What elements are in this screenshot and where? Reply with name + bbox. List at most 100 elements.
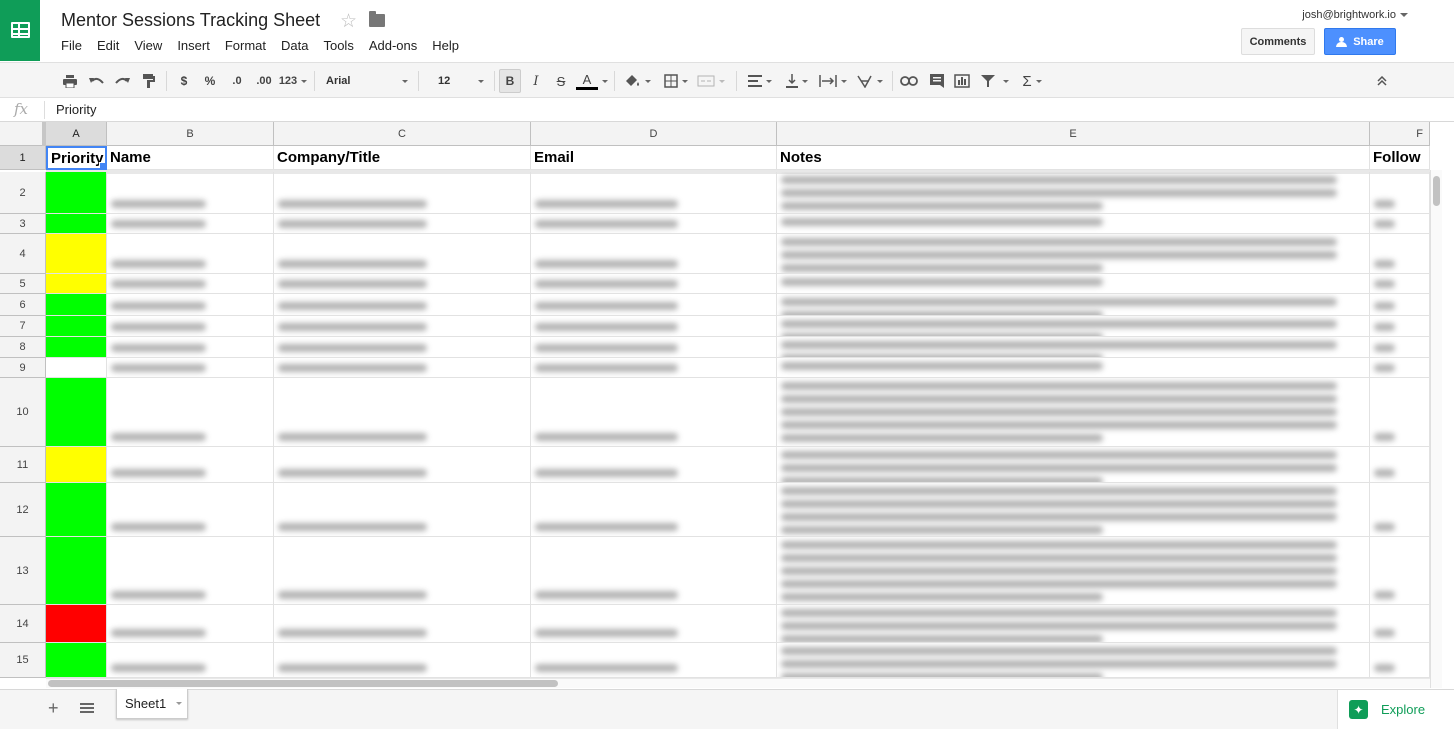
increase-decimal-button[interactable]: .00 — [252, 71, 276, 91]
cell-e14-redacted[interactable] — [777, 605, 1370, 643]
priority-cell-row-4[interactable] — [46, 234, 107, 274]
cell-f3-redacted[interactable] — [1370, 214, 1430, 234]
priority-cell-row-5[interactable] — [46, 274, 107, 294]
cell-c2-redacted[interactable] — [274, 172, 531, 214]
cell-f6-redacted[interactable] — [1370, 294, 1430, 316]
cell-b4-redacted[interactable] — [107, 234, 274, 274]
cell-b12-redacted[interactable] — [107, 483, 274, 537]
cell-c15-redacted[interactable] — [274, 643, 531, 678]
menu-data[interactable]: Data — [281, 38, 308, 53]
cell-b13-redacted[interactable] — [107, 537, 274, 605]
cell-c6-redacted[interactable] — [274, 294, 531, 316]
spreadsheet-grid[interactable]: A B C D E F Priority Name Company/Title … — [0, 122, 1454, 688]
cell-a1-priority-header[interactable]: Priority — [46, 146, 107, 170]
folder-icon[interactable] — [369, 11, 385, 27]
cell-f15-redacted[interactable] — [1370, 643, 1430, 678]
document-title[interactable]: Mentor Sessions Tracking Sheet — [61, 10, 320, 31]
cell-f7-redacted[interactable] — [1370, 316, 1430, 337]
cell-e1-notes-header[interactable]: Notes — [777, 146, 1370, 170]
menu-tools[interactable]: Tools — [323, 38, 353, 53]
cell-d2-redacted[interactable] — [531, 172, 777, 214]
column-header-a[interactable]: A — [46, 122, 107, 146]
menu-insert[interactable]: Insert — [177, 38, 210, 53]
menu-format[interactable]: Format — [225, 38, 266, 53]
cell-e7-redacted[interactable] — [777, 316, 1370, 337]
cell-b1-name-header[interactable]: Name — [107, 146, 274, 170]
cell-f14-redacted[interactable] — [1370, 605, 1430, 643]
cell-d9-redacted[interactable] — [531, 358, 777, 378]
cell-b3-redacted[interactable] — [107, 214, 274, 234]
explore-button[interactable]: ✦ Explore — [1337, 690, 1454, 729]
cell-b2-redacted[interactable] — [107, 172, 274, 214]
row-header-14[interactable]: 14 — [0, 605, 46, 643]
row-header-1[interactable]: 1 — [0, 146, 46, 170]
cell-f2-redacted[interactable] — [1370, 172, 1430, 214]
undo-icon[interactable] — [87, 71, 105, 91]
cell-c7-redacted[interactable] — [274, 316, 531, 337]
cell-e11-redacted[interactable] — [777, 447, 1370, 483]
more-formats-dropdown[interactable]: 123 — [277, 71, 309, 91]
cell-b15-redacted[interactable] — [107, 643, 274, 678]
print-icon[interactable] — [61, 71, 79, 91]
priority-cell-row-13[interactable] — [46, 537, 107, 605]
star-icon[interactable]: ☆ — [340, 10, 357, 33]
column-header-c[interactable]: C — [274, 122, 531, 146]
row-header-3[interactable]: 3 — [0, 214, 46, 234]
menu-view[interactable]: View — [134, 38, 162, 53]
cell-b7-redacted[interactable] — [107, 316, 274, 337]
font-family-dropdown[interactable]: Arial — [322, 71, 412, 91]
row-header-13[interactable]: 13 — [0, 537, 46, 605]
cell-c1-company-header[interactable]: Company/Title — [274, 146, 531, 170]
strikethrough-button[interactable]: S — [552, 71, 570, 91]
cell-c10-redacted[interactable] — [274, 378, 531, 447]
priority-cell-row-3[interactable] — [46, 214, 107, 234]
italic-button[interactable]: I — [527, 71, 545, 91]
cell-c13-redacted[interactable] — [274, 537, 531, 605]
cell-d3-redacted[interactable] — [531, 214, 777, 234]
cell-b11-redacted[interactable] — [107, 447, 274, 483]
sheets-logo-icon[interactable] — [0, 0, 40, 61]
priority-cell-row-10[interactable] — [46, 378, 107, 447]
cell-d6-redacted[interactable] — [531, 294, 777, 316]
cell-d11-redacted[interactable] — [531, 447, 777, 483]
row-header-2[interactable]: 2 — [0, 172, 46, 214]
fill-color-icon[interactable] — [622, 71, 654, 91]
cell-e10-redacted[interactable] — [777, 378, 1370, 447]
horizontal-align-icon[interactable] — [744, 71, 776, 91]
column-header-e[interactable]: E — [777, 122, 1370, 146]
cell-b9-redacted[interactable] — [107, 358, 274, 378]
insert-link-icon[interactable] — [899, 71, 919, 91]
priority-cell-row-12[interactable] — [46, 483, 107, 537]
select-all-corner[interactable] — [0, 122, 46, 146]
text-rotation-icon[interactable] — [854, 71, 886, 91]
comments-button[interactable]: Comments — [1241, 28, 1315, 55]
priority-cell-row-14[interactable] — [46, 605, 107, 643]
cell-b10-redacted[interactable] — [107, 378, 274, 447]
cell-d14-redacted[interactable] — [531, 605, 777, 643]
add-sheet-button[interactable]: + — [48, 698, 59, 719]
redo-icon[interactable] — [113, 71, 131, 91]
menu-file[interactable]: File — [61, 38, 82, 53]
bold-button[interactable]: B — [499, 69, 521, 93]
priority-cell-row-9[interactable] — [46, 358, 107, 378]
collapse-toolbar-icon[interactable] — [1374, 71, 1390, 91]
cell-f9-redacted[interactable] — [1370, 358, 1430, 378]
filter-icon[interactable] — [977, 71, 1013, 91]
cell-b8-redacted[interactable] — [107, 337, 274, 358]
cell-c11-redacted[interactable] — [274, 447, 531, 483]
cell-b14-redacted[interactable] — [107, 605, 274, 643]
cell-c3-redacted[interactable] — [274, 214, 531, 234]
cell-f4-redacted[interactable] — [1370, 234, 1430, 274]
text-wrapping-icon[interactable] — [816, 71, 850, 91]
cell-e9-redacted[interactable] — [777, 358, 1370, 378]
cell-d4-redacted[interactable] — [531, 234, 777, 274]
insert-comment-icon[interactable] — [927, 71, 947, 91]
cell-e3-redacted[interactable] — [777, 214, 1370, 234]
insert-chart-icon[interactable] — [952, 71, 972, 91]
cell-b5-redacted[interactable] — [107, 274, 274, 294]
cell-e6-redacted[interactable] — [777, 294, 1370, 316]
row-header-10[interactable]: 10 — [0, 378, 46, 447]
row-header-11[interactable]: 11 — [0, 447, 46, 483]
cell-c9-redacted[interactable] — [274, 358, 531, 378]
cell-b6-redacted[interactable] — [107, 294, 274, 316]
